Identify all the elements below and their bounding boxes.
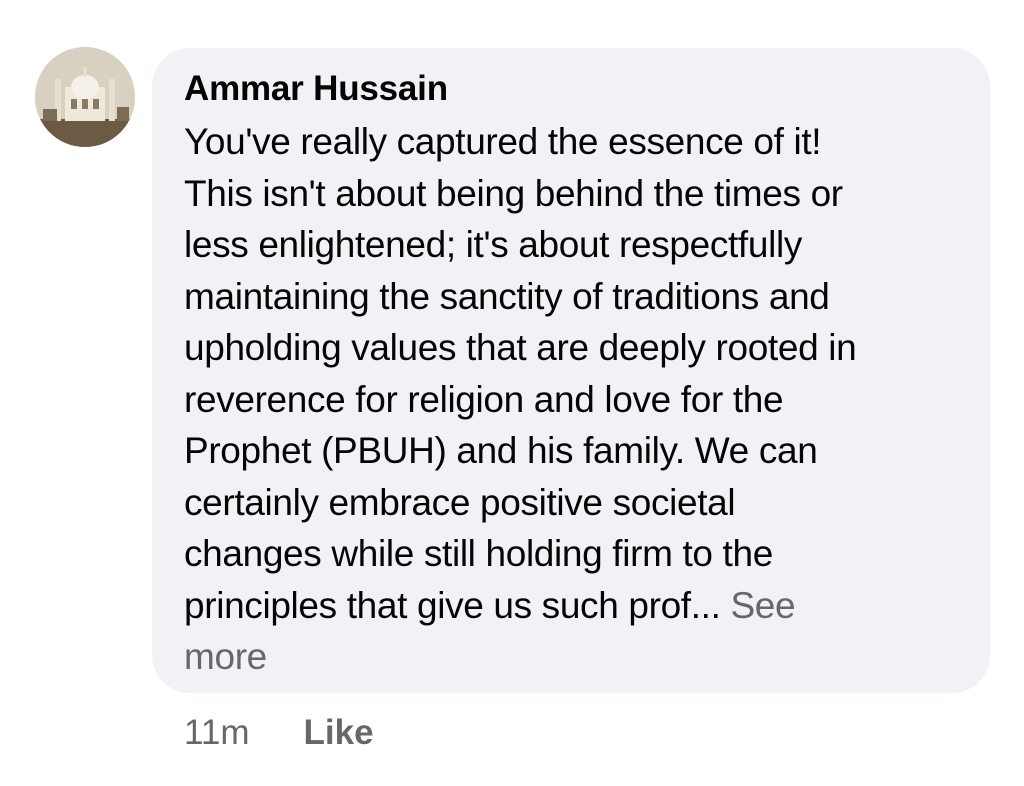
mosque-photo-avatar-icon <box>35 47 135 147</box>
comment-line: reverence for religion and love for the <box>184 378 784 420</box>
comment-line: certainly embrace positive societal <box>184 481 736 523</box>
comment-bubble: Ammar Hussain You've really captured the… <box>152 48 990 693</box>
see-more-link[interactable]: See <box>730 585 795 626</box>
comment-line: You've really captured the essence of it… <box>184 121 822 162</box>
comment-last-line: principles that give us such prof... See <box>184 580 984 632</box>
comment-line: This isn't about being behind the times … <box>184 172 843 214</box>
see-more-link-2[interactable]: more <box>184 636 267 677</box>
comment-line: changes while still holding firm to the <box>184 533 773 574</box>
author-avatar[interactable] <box>35 47 135 147</box>
comment-actions: 11m Like <box>184 710 374 756</box>
comment-line: less enlightened; it's about respectfull… <box>184 224 802 265</box>
like-button[interactable]: Like <box>304 713 374 753</box>
comment-line: maintaining the sanctity of traditions a… <box>184 275 830 317</box>
comment-last-line-2: more <box>184 631 984 683</box>
comment-line-text: principles that give us such prof... <box>184 584 721 626</box>
comment-line: Prophet (PBUH) and his family. We can <box>184 430 818 471</box>
comment-body: You've really captured the essence of it… <box>184 116 984 683</box>
comment-line: upholding values that are deeply rooted … <box>184 327 857 368</box>
comment-author-name[interactable]: Ammar Hussain <box>184 68 448 110</box>
comment-timestamp[interactable]: 11m <box>184 713 250 753</box>
